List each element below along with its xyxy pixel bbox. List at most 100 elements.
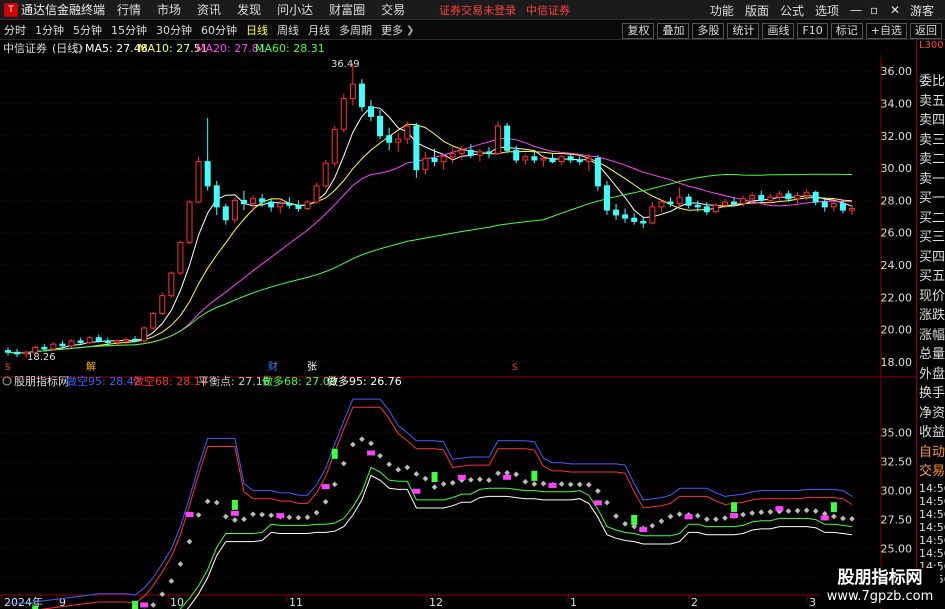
tool-0[interactable]: 复权	[622, 22, 655, 39]
menu-markets[interactable]: 市场	[157, 1, 181, 18]
low-price-label: 18.26	[27, 352, 56, 363]
period-6[interactable]: 日线	[245, 22, 269, 38]
side-item-8[interactable]: 买三	[917, 228, 945, 248]
candle-body	[467, 149, 474, 156]
candle-body	[622, 214, 629, 219]
side-item-7[interactable]: 买二	[917, 209, 945, 229]
period-9[interactable]: 多周期	[338, 22, 373, 38]
menu-market[interactable]: 行情	[117, 1, 141, 18]
price-tick-9: 18.00	[881, 356, 913, 369]
period-2[interactable]: 5分钟	[72, 22, 103, 38]
indicator-name: 股朋指标网	[14, 374, 69, 388]
candle-body	[830, 203, 837, 208]
side-item-13[interactable]: 涨幅	[917, 326, 945, 346]
candle-body	[749, 195, 756, 200]
side-item-6[interactable]: 买一	[917, 189, 945, 209]
side-item-18[interactable]: 收益	[917, 423, 945, 443]
candle-body	[159, 295, 166, 314]
side-item-1[interactable]: 卖五	[917, 92, 945, 112]
menu-options[interactable]: 选项	[815, 2, 839, 19]
menu-discover[interactable]: 发现	[237, 1, 261, 18]
candle-body	[495, 125, 502, 155]
side-item-10[interactable]: 买五	[917, 267, 945, 287]
broker-name[interactable]: 中信证券	[526, 2, 570, 18]
price-tick-7: 22.00	[881, 291, 913, 304]
candle-body	[122, 338, 129, 342]
menu-news[interactable]: 资讯	[197, 1, 221, 18]
side-item-3[interactable]: 卖三	[917, 131, 945, 151]
side-bottom-1[interactable]: 交易	[917, 462, 945, 482]
kline-chart[interactable]: 36.00 34.00 32.00 30.00 28.00 26.00 24.00 22.00…	[0, 40, 916, 609]
side-item-2[interactable]: 卖四	[917, 111, 945, 131]
marker-finance[interactable]: 财	[268, 360, 278, 373]
candle-body	[803, 191, 810, 197]
candle-body	[504, 125, 511, 151]
signal-bar-green	[431, 472, 438, 483]
menu-wealth[interactable]: 财富圈	[329, 1, 365, 18]
candle-body	[839, 203, 846, 211]
candle-body	[322, 162, 329, 187]
candle-body	[304, 201, 311, 209]
marker-s-1[interactable]: S	[5, 363, 11, 373]
candle-body	[358, 83, 365, 108]
menu-formula[interactable]: 公式	[780, 2, 804, 19]
tool-6[interactable]: 标记	[830, 22, 863, 39]
candle-body	[458, 149, 465, 155]
side-item-4[interactable]: 卖二	[917, 150, 945, 170]
close-icon[interactable]: ✕	[890, 3, 904, 17]
candle-body	[222, 206, 229, 221]
tool-5[interactable]: F10	[797, 22, 828, 39]
side-item-16[interactable]: 换手	[917, 384, 945, 404]
period-4[interactable]: 30分钟	[155, 22, 193, 38]
side-tab-top[interactable]: L300	[917, 40, 945, 72]
side-item-15[interactable]: 外盘	[917, 365, 945, 385]
candle-body	[77, 340, 84, 344]
tool-8[interactable]: 返回	[910, 22, 942, 39]
period-3[interactable]: 15分钟	[110, 22, 148, 38]
tool-1[interactable]: 叠加	[657, 22, 690, 39]
signal-bar-green	[231, 499, 238, 510]
period-8[interactable]: 月线	[307, 22, 331, 38]
marker-s-2[interactable]: S	[512, 363, 518, 373]
minimize-icon[interactable]: —	[850, 3, 864, 17]
menu-guest[interactable]: 游客	[910, 2, 934, 19]
side-item-0[interactable]: 委比	[917, 72, 945, 92]
period-7[interactable]: 周线	[276, 22, 300, 38]
marker-unlock[interactable]: 解	[86, 360, 96, 373]
maximize-icon[interactable]: ▫	[870, 3, 884, 17]
candle-body	[68, 340, 75, 347]
side-item-11[interactable]: 现价	[917, 287, 945, 307]
period-5[interactable]: 60分钟	[200, 22, 238, 38]
tool-7[interactable]: +自选	[865, 22, 907, 39]
side-item-9[interactable]: 买四	[917, 248, 945, 268]
menu-function[interactable]: 功能	[710, 2, 734, 19]
candle-body	[585, 157, 592, 163]
side-item-17[interactable]: 净资	[917, 404, 945, 424]
side-item-5[interactable]: 卖一	[917, 170, 945, 190]
side-bottom-0[interactable]: 自动	[917, 443, 945, 463]
side-item-12[interactable]: 涨跌	[917, 306, 945, 326]
signal-bar-green	[830, 502, 837, 513]
price-tick-4: 28.00	[881, 194, 913, 207]
signal-bar-magenta	[321, 484, 330, 490]
candle-body	[286, 203, 293, 206]
menu-assistant[interactable]: 问小达	[277, 1, 313, 18]
tool-2[interactable]: 多股	[692, 22, 725, 39]
menu-layout[interactable]: 版面	[745, 2, 769, 19]
period-0[interactable]: 分时	[3, 22, 27, 38]
candle-body	[186, 201, 193, 243]
tool-4[interactable]: 画线	[762, 22, 795, 39]
period-10[interactable]: 更多	[380, 22, 404, 38]
side-item-14[interactable]: 总量	[917, 345, 945, 365]
menu-trade[interactable]: 交易	[381, 1, 405, 18]
menu-bar: T 通达信金融终端 行情 市场 资讯 发现 问小达 财富圈 交易 证券交易未登录…	[0, 0, 945, 20]
tool-3[interactable]: 统计	[727, 22, 760, 39]
marker-rise[interactable]: 张	[307, 361, 317, 373]
price-tick-8: 20.00	[881, 324, 913, 337]
signal-bar-magenta	[185, 511, 194, 517]
signal-bar-magenta	[730, 513, 739, 519]
period-1[interactable]: 1分钟	[34, 22, 65, 38]
login-status[interactable]: 证券交易未登录	[439, 2, 516, 18]
candle-body	[576, 159, 583, 163]
price-tick-0: 36.00	[881, 65, 913, 78]
